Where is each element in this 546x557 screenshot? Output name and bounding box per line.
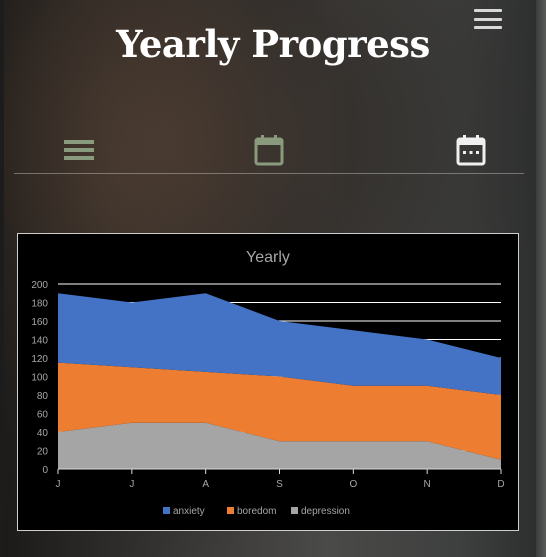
x-tick-label: D bbox=[497, 479, 504, 490]
right-frame-edge bbox=[536, 0, 546, 557]
legend-label-anxiety: anxiety bbox=[173, 506, 205, 517]
chart-legend: anxiety boredom depression bbox=[163, 506, 350, 517]
legend-swatch-anxiety bbox=[163, 507, 170, 514]
left-frame-edge bbox=[0, 0, 4, 557]
y-tick-label: 60 bbox=[37, 410, 49, 421]
chart-svg: Yearly 0 20 40 60 80 100 120 140 160 180 200 J J A S O… bbox=[31, 249, 505, 517]
x-tick-label: O bbox=[349, 479, 357, 490]
y-tick-label: 120 bbox=[31, 354, 48, 365]
yearly-chart: Yearly 0 20 40 60 80 100 120 140 160 180 200 J J A S O… bbox=[17, 233, 519, 531]
y-tick-label: 100 bbox=[31, 373, 48, 384]
y-tick-label: 160 bbox=[31, 317, 48, 328]
legend-label-depression: depression bbox=[301, 506, 350, 517]
x-tick-label: N bbox=[424, 479, 431, 490]
x-tick-label: S bbox=[276, 479, 283, 490]
legend-swatch-depression bbox=[291, 507, 298, 514]
calendar-month-icon[interactable] bbox=[456, 134, 486, 170]
page-title: Yearly Progress bbox=[116, 22, 430, 66]
y-tick-label: 200 bbox=[31, 280, 48, 291]
x-tick-label: A bbox=[202, 479, 209, 490]
y-tick-label: 80 bbox=[37, 391, 49, 402]
chart-title: Yearly bbox=[246, 249, 290, 266]
x-tick-label: J bbox=[56, 479, 61, 490]
nav-divider bbox=[14, 173, 524, 174]
chart-y-axis: 0 20 40 60 80 100 120 140 160 180 200 bbox=[31, 280, 48, 476]
y-tick-label: 20 bbox=[37, 447, 49, 458]
chart-areas bbox=[58, 293, 501, 469]
x-tick-label: J bbox=[129, 479, 134, 490]
legend-swatch-boredom bbox=[227, 507, 234, 514]
y-tick-label: 0 bbox=[42, 465, 48, 476]
chart-x-axis: JJASOND bbox=[56, 468, 505, 490]
list-icon[interactable] bbox=[64, 140, 94, 166]
legend-label-boredom: boredom bbox=[237, 506, 276, 517]
y-tick-label: 180 bbox=[31, 299, 48, 310]
calendar-icon[interactable] bbox=[254, 134, 284, 170]
y-tick-label: 40 bbox=[37, 428, 49, 439]
y-tick-label: 140 bbox=[31, 336, 48, 347]
